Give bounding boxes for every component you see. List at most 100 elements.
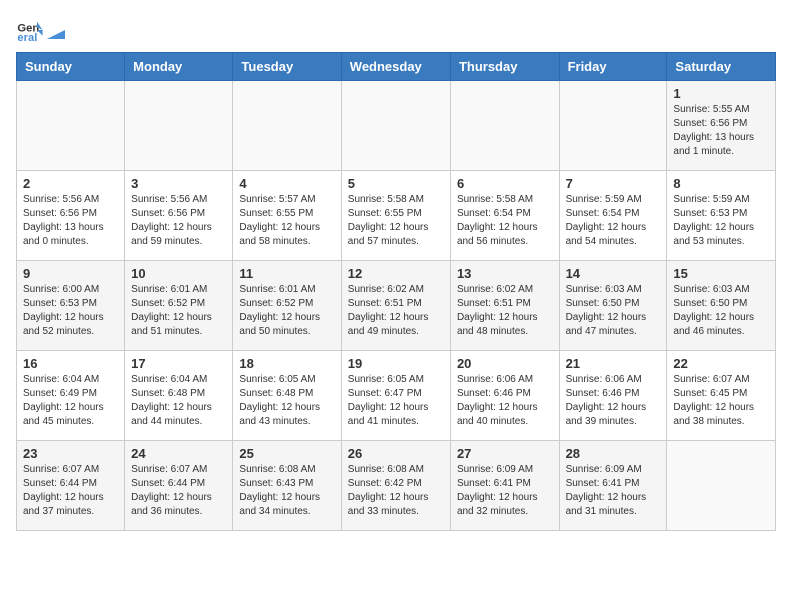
day-cell: [17, 81, 125, 171]
weekday-header-friday: Friday: [559, 53, 667, 81]
day-number: 5: [348, 176, 444, 191]
day-cell: 10 Sunrise: 6:01 AM Sunset: 6:52 PM Dayli…: [125, 261, 233, 351]
day-cell: [233, 81, 341, 171]
day-info: Sunrise: 6:09 AM Sunset: 6:41 PM Dayligh…: [457, 463, 553, 519]
day-number: 21: [566, 356, 661, 371]
day-cell: 9 Sunrise: 6:00 AM Sunset: 6:53 PM Daylig…: [17, 261, 125, 351]
day-cell: 18 Sunrise: 6:05 AM Sunset: 6:48 PM Dayli…: [233, 351, 341, 441]
day-info: Sunrise: 6:06 AM Sunset: 6:46 PM Dayligh…: [566, 373, 661, 429]
day-number: 22: [673, 356, 769, 371]
day-info: Sunrise: 6:07 AM Sunset: 6:44 PM Dayligh…: [131, 463, 226, 519]
day-number: 9: [23, 266, 118, 281]
day-cell: 19 Sunrise: 6:05 AM Sunset: 6:47 PM Dayli…: [341, 351, 450, 441]
day-info: Sunrise: 5:56 AM Sunset: 6:56 PM Dayligh…: [131, 193, 226, 249]
day-number: 6: [457, 176, 553, 191]
day-number: 25: [239, 446, 334, 461]
day-info: Sunrise: 6:01 AM Sunset: 6:52 PM Dayligh…: [131, 283, 226, 339]
day-info: Sunrise: 5:55 AM Sunset: 6:56 PM Dayligh…: [673, 103, 769, 159]
day-cell: 11 Sunrise: 6:01 AM Sunset: 6:52 PM Dayli…: [233, 261, 341, 351]
day-info: Sunrise: 6:06 AM Sunset: 6:46 PM Dayligh…: [457, 373, 553, 429]
day-info: Sunrise: 5:58 AM Sunset: 6:54 PM Dayligh…: [457, 193, 553, 249]
day-cell: 2 Sunrise: 5:56 AM Sunset: 6:56 PM Daylig…: [17, 171, 125, 261]
day-info: Sunrise: 6:07 AM Sunset: 6:45 PM Dayligh…: [673, 373, 769, 429]
day-number: 17: [131, 356, 226, 371]
calendar-table: SundayMondayTuesdayWednesdayThursdayFrid…: [16, 52, 776, 531]
day-cell: 5 Sunrise: 5:58 AM Sunset: 6:55 PM Daylig…: [341, 171, 450, 261]
weekday-header-thursday: Thursday: [450, 53, 559, 81]
day-number: 28: [566, 446, 661, 461]
day-number: 3: [131, 176, 226, 191]
day-number: 8: [673, 176, 769, 191]
week-row-4: 16Sunrise: 6:04 AM Sunset: 6:49 PM Dayli…: [17, 351, 776, 441]
weekday-header-sunday: Sunday: [17, 53, 125, 81]
day-number: 26: [348, 446, 444, 461]
weekday-header-saturday: Saturday: [667, 53, 776, 81]
page-header: Gen eral: [16, 16, 776, 44]
day-cell: 26 Sunrise: 6:08 AM Sunset: 6:42 PM Dayli…: [341, 441, 450, 531]
day-number: 1: [673, 86, 769, 101]
week-row-3: 9 Sunrise: 6:00 AM Sunset: 6:53 PM Daylig…: [17, 261, 776, 351]
day-cell: 27 Sunrise: 6:09 AM Sunset: 6:41 PM Dayli…: [450, 441, 559, 531]
day-number: 2: [23, 176, 118, 191]
day-number: 11: [239, 266, 334, 281]
day-info: Sunrise: 6:02 AM Sunset: 6:51 PM Dayligh…: [457, 283, 553, 339]
day-number: 27: [457, 446, 553, 461]
day-cell: 20Sunrise: 6:06 AM Sunset: 6:46 PM Dayli…: [450, 351, 559, 441]
day-cell: 22 Sunrise: 6:07 AM Sunset: 6:45 PM Dayli…: [667, 351, 776, 441]
day-info: Sunrise: 6:04 AM Sunset: 6:48 PM Dayligh…: [131, 373, 226, 429]
day-info: Sunrise: 6:03 AM Sunset: 6:50 PM Dayligh…: [673, 283, 769, 339]
day-number: 15: [673, 266, 769, 281]
svg-text:eral: eral: [17, 32, 37, 44]
day-info: Sunrise: 6:07 AM Sunset: 6:44 PM Dayligh…: [23, 463, 118, 519]
week-row-2: 2 Sunrise: 5:56 AM Sunset: 6:56 PM Daylig…: [17, 171, 776, 261]
day-number: 12: [348, 266, 444, 281]
day-info: Sunrise: 6:05 AM Sunset: 6:47 PM Dayligh…: [348, 373, 444, 429]
day-info: Sunrise: 5:59 AM Sunset: 6:54 PM Dayligh…: [566, 193, 661, 249]
day-info: Sunrise: 5:58 AM Sunset: 6:55 PM Dayligh…: [348, 193, 444, 249]
day-number: 16: [23, 356, 118, 371]
weekday-header-row: SundayMondayTuesdayWednesdayThursdayFrid…: [17, 53, 776, 81]
day-cell: 21 Sunrise: 6:06 AM Sunset: 6:46 PM Dayli…: [559, 351, 667, 441]
day-info: Sunrise: 6:05 AM Sunset: 6:48 PM Dayligh…: [239, 373, 334, 429]
day-number: 24: [131, 446, 226, 461]
day-cell: 8 Sunrise: 5:59 AM Sunset: 6:53 PM Daylig…: [667, 171, 776, 261]
day-cell: 14 Sunrise: 6:03 AM Sunset: 6:50 PM Dayli…: [559, 261, 667, 351]
week-row-5: 23Sunrise: 6:07 AM Sunset: 6:44 PM Dayli…: [17, 441, 776, 531]
day-info: Sunrise: 6:09 AM Sunset: 6:41 PM Dayligh…: [566, 463, 661, 519]
weekday-header-wednesday: Wednesday: [341, 53, 450, 81]
day-info: Sunrise: 6:00 AM Sunset: 6:53 PM Dayligh…: [23, 283, 118, 339]
day-info: Sunrise: 6:03 AM Sunset: 6:50 PM Dayligh…: [566, 283, 661, 339]
day-cell: 13Sunrise: 6:02 AM Sunset: 6:51 PM Dayli…: [450, 261, 559, 351]
day-cell: [341, 81, 450, 171]
day-cell: 6 Sunrise: 5:58 AM Sunset: 6:54 PM Daylig…: [450, 171, 559, 261]
day-number: 18: [239, 356, 334, 371]
day-cell: 23Sunrise: 6:07 AM Sunset: 6:44 PM Dayli…: [17, 441, 125, 531]
day-cell: 7 Sunrise: 5:59 AM Sunset: 6:54 PM Daylig…: [559, 171, 667, 261]
day-cell: 15 Sunrise: 6:03 AM Sunset: 6:50 PM Dayli…: [667, 261, 776, 351]
day-cell: 25Sunrise: 6:08 AM Sunset: 6:43 PM Dayli…: [233, 441, 341, 531]
week-row-1: 1 Sunrise: 5:55 AM Sunset: 6:56 PM Daylig…: [17, 81, 776, 171]
day-number: 14: [566, 266, 661, 281]
logo-triangle-icon: [47, 21, 65, 39]
day-info: Sunrise: 6:02 AM Sunset: 6:51 PM Dayligh…: [348, 283, 444, 339]
day-number: 10: [131, 266, 226, 281]
day-info: Sunrise: 5:59 AM Sunset: 6:53 PM Dayligh…: [673, 193, 769, 249]
day-number: 19: [348, 356, 444, 371]
day-cell: 1 Sunrise: 5:55 AM Sunset: 6:56 PM Daylig…: [667, 81, 776, 171]
day-info: Sunrise: 6:01 AM Sunset: 6:52 PM Dayligh…: [239, 283, 334, 339]
day-cell: 3 Sunrise: 5:56 AM Sunset: 6:56 PM Daylig…: [125, 171, 233, 261]
weekday-header-monday: Monday: [125, 53, 233, 81]
day-info: Sunrise: 5:56 AM Sunset: 6:56 PM Dayligh…: [23, 193, 118, 249]
day-number: 4: [239, 176, 334, 191]
day-cell: 4 Sunrise: 5:57 AM Sunset: 6:55 PM Daylig…: [233, 171, 341, 261]
day-info: Sunrise: 5:57 AM Sunset: 6:55 PM Dayligh…: [239, 193, 334, 249]
day-cell: [450, 81, 559, 171]
day-cell: 17 Sunrise: 6:04 AM Sunset: 6:48 PM Dayli…: [125, 351, 233, 441]
logo-icon: Gen eral: [16, 16, 44, 44]
logo: Gen eral: [16, 16, 66, 44]
day-number: 7: [566, 176, 661, 191]
day-info: Sunrise: 6:08 AM Sunset: 6:42 PM Dayligh…: [348, 463, 444, 519]
day-cell: [125, 81, 233, 171]
day-cell: [559, 81, 667, 171]
day-cell: 24 Sunrise: 6:07 AM Sunset: 6:44 PM Dayli…: [125, 441, 233, 531]
